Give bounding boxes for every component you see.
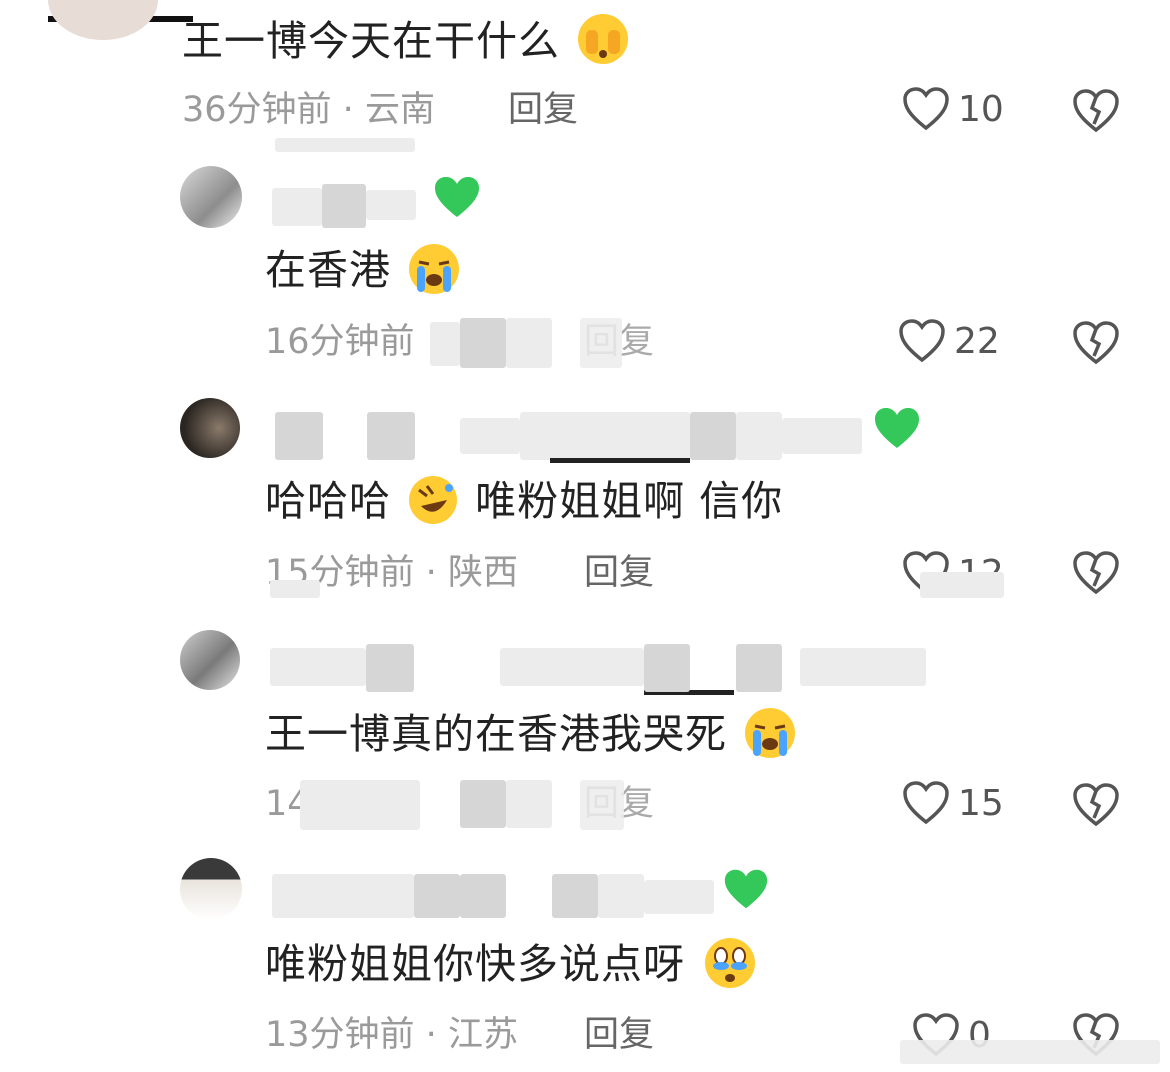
comment-text: 在香港 <box>265 244 463 298</box>
loudly-crying-face-icon <box>409 244 460 294</box>
blurred-region <box>920 572 1004 598</box>
heart-outline-icon <box>903 87 949 131</box>
username-blurred <box>736 412 782 460</box>
like-count: 22 <box>954 320 1000 362</box>
username-blurred <box>367 412 415 460</box>
username-blurred <box>736 644 782 692</box>
username-blurred <box>500 648 644 686</box>
username-blurred <box>460 874 506 918</box>
like-button[interactable]: 15 <box>902 780 1004 826</box>
blurred-region <box>460 318 506 368</box>
blurred-region <box>580 318 622 368</box>
comment-location: 江苏 <box>447 1015 518 1055</box>
blurred-region <box>506 318 552 368</box>
blurred-region <box>300 780 420 830</box>
comment-time: 36分钟前 <box>182 90 332 130</box>
username-blurred <box>366 644 414 692</box>
username-blurred <box>552 874 598 918</box>
avatar[interactable] <box>180 630 240 690</box>
username-bar-partial <box>550 458 690 463</box>
avatar[interactable] <box>180 166 242 228</box>
username-blurred <box>270 648 366 686</box>
comment-location: 陕西 <box>447 553 518 593</box>
comment-meta: 13分钟前 · 江苏 <box>265 1015 518 1055</box>
comment-text: 哈哈哈 唯粉姐姐啊 信你 <box>265 476 783 528</box>
avatar[interactable] <box>48 0 158 40</box>
rolling-on-floor-laughing-icon <box>409 476 458 524</box>
green-heart-icon <box>875 408 919 448</box>
reply-button[interactable]: 回复 <box>584 1018 654 1053</box>
username-blurred <box>460 418 520 454</box>
blurred-region <box>275 138 415 152</box>
face-peeking-icon <box>578 14 629 64</box>
username-blurred <box>272 874 414 918</box>
comment-time: 13分钟前 <box>265 1015 415 1055</box>
like-button[interactable]: 10 <box>902 86 1004 132</box>
username-blurred <box>800 648 926 686</box>
green-heart-icon <box>435 177 479 217</box>
broken-heart-icon[interactable] <box>1072 782 1120 828</box>
blurred-region <box>460 780 506 828</box>
username-blurred <box>322 184 366 228</box>
username-blurred <box>520 412 690 460</box>
reply-button[interactable]: 回复 <box>584 556 654 591</box>
comment-text: 唯粉姐姐你快多说点呀 <box>265 938 761 992</box>
heart-outline-icon <box>899 319 945 363</box>
username-blurred <box>644 880 714 914</box>
username-blurred <box>644 644 690 692</box>
username-blurred <box>782 418 862 454</box>
comment-text: 王一博今天在干什么 <box>182 14 632 68</box>
username-blurred <box>690 412 736 460</box>
comment-meta: 16分钟前 <box>265 325 415 360</box>
broken-heart-icon[interactable] <box>1072 88 1120 134</box>
blurred-region <box>506 780 552 828</box>
loudly-crying-face-icon <box>745 708 796 758</box>
like-button[interactable]: 22 <box>898 318 1000 364</box>
reply-button[interactable]: 回复 <box>508 93 578 128</box>
heart-outline-icon <box>903 781 949 825</box>
username-blurred <box>272 188 322 226</box>
comment-time: 16分钟前 <box>265 322 415 362</box>
avatar[interactable] <box>180 398 240 458</box>
green-heart-icon <box>724 869 768 909</box>
avatar[interactable] <box>180 858 242 920</box>
broken-heart-icon[interactable] <box>1072 550 1120 596</box>
comment-location: 云南 <box>364 90 435 130</box>
like-count: 15 <box>958 782 1004 824</box>
comment-meta: 36分钟前 · 云南 <box>182 90 435 130</box>
blurred-region <box>580 780 624 830</box>
username-blurred <box>275 412 323 460</box>
comment-text: 王一博真的在香港我哭死 <box>265 708 799 762</box>
broken-heart-icon[interactable] <box>1072 320 1120 366</box>
blurred-region <box>430 322 460 366</box>
username-blurred <box>366 190 416 220</box>
watermark-blurred <box>900 1040 1160 1064</box>
face-holding-back-tears-icon <box>705 938 756 988</box>
username-blurred <box>598 874 644 918</box>
blurred-region <box>270 580 320 598</box>
like-count: 10 <box>958 88 1004 130</box>
username-blurred <box>414 874 460 918</box>
